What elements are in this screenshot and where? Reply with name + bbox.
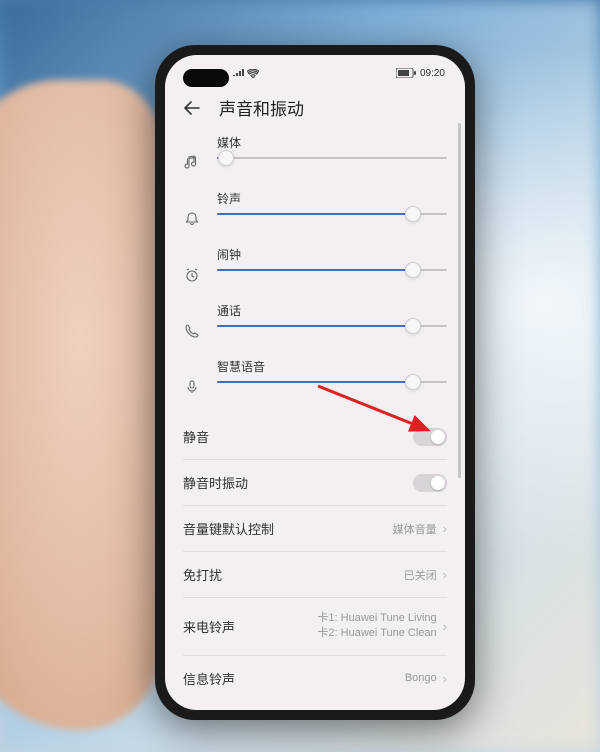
slider-label: 闹钟: [217, 246, 447, 263]
chevron-right-icon: ›: [443, 619, 447, 634]
slider-thumb[interactable]: [218, 150, 234, 166]
slider-thumb[interactable]: [405, 374, 421, 390]
toggle-knob: [431, 476, 445, 490]
slider-label: 铃声: [217, 190, 447, 207]
slider-label: 媒体: [217, 134, 447, 151]
setting-value: Bongo: [405, 672, 437, 684]
toggle-row-mute[interactable]: 静音: [183, 414, 447, 459]
setting-label: 静音: [183, 427, 209, 446]
setting-label: 静音时振动: [183, 473, 248, 492]
slider-track[interactable]: [217, 325, 447, 327]
setting-value: 已关闭: [404, 567, 437, 583]
wifi-icon: [247, 69, 259, 78]
status-time: 09:20: [420, 68, 445, 79]
slider-fill: [217, 325, 413, 327]
slider-fill: [217, 381, 413, 383]
slider-label: 通话: [217, 302, 447, 319]
slider-ringtone: 铃声: [183, 190, 447, 228]
page-title: 声音和振动: [219, 95, 304, 120]
slider-label: 智慧语音: [217, 358, 447, 375]
slider-fill: [217, 213, 413, 215]
slider-track[interactable]: [217, 157, 447, 159]
setting-value: 卡1: Huawei Tune Living 卡2: Huawei Tune C…: [317, 611, 436, 642]
setting-label: 音量键默认控制: [183, 519, 274, 538]
chevron-right-icon: ›: [443, 521, 447, 536]
phone-icon: [183, 322, 201, 340]
music-note-icon: [183, 154, 201, 172]
slider-track[interactable]: [217, 213, 447, 215]
camera-cutout: [183, 69, 229, 87]
slider-thumb[interactable]: [405, 262, 421, 278]
toggle-switch[interactable]: [413, 474, 447, 492]
hand-holding-phone: [0, 80, 160, 730]
phone-frame: 09:20 声音和振动 媒体: [155, 45, 475, 720]
slider-media: 媒体: [183, 134, 447, 172]
slider-alarm: 闹钟: [183, 246, 447, 284]
slider-thumb[interactable]: [405, 206, 421, 222]
setting-label: 来电铃声: [183, 617, 235, 636]
toggle-switch[interactable]: [413, 428, 447, 446]
scrollbar[interactable]: [458, 123, 461, 478]
setting-value: 媒体音量: [393, 521, 437, 537]
battery-icon: [396, 68, 416, 78]
phone-screen: 09:20 声音和振动 媒体: [165, 55, 465, 710]
row-incoming-ringtone[interactable]: 来电铃声 卡1: Huawei Tune Living 卡2: Huawei T…: [183, 597, 447, 655]
bell-icon: [183, 210, 201, 228]
row-do-not-disturb[interactable]: 免打扰 已关闭 ›: [183, 551, 447, 597]
setting-label: 免打扰: [183, 565, 222, 584]
chevron-right-icon: ›: [443, 671, 447, 686]
toggle-knob: [431, 430, 445, 444]
toggle-row-vibrate-on-mute[interactable]: 静音时振动: [183, 459, 447, 505]
slider-thumb[interactable]: [405, 318, 421, 334]
settings-content: 媒体 铃声: [165, 134, 465, 701]
microphone-icon: [183, 378, 201, 396]
slider-track[interactable]: [217, 381, 447, 383]
page-header: 声音和振动: [165, 85, 465, 134]
slider-track[interactable]: [217, 269, 447, 271]
slider-call: 通话: [183, 302, 447, 340]
signal-icon: [233, 69, 244, 77]
alarm-clock-icon: [183, 266, 201, 284]
chevron-right-icon: ›: [443, 567, 447, 582]
setting-label: 信息铃声: [183, 669, 235, 688]
slider-fill: [217, 269, 413, 271]
back-arrow-icon[interactable]: [183, 99, 201, 117]
slider-voice-assistant: 智慧语音: [183, 358, 447, 396]
row-message-ringtone[interactable]: 信息铃声 Bongo ›: [183, 655, 447, 701]
row-volume-button-default[interactable]: 音量键默认控制 媒体音量 ›: [183, 505, 447, 551]
